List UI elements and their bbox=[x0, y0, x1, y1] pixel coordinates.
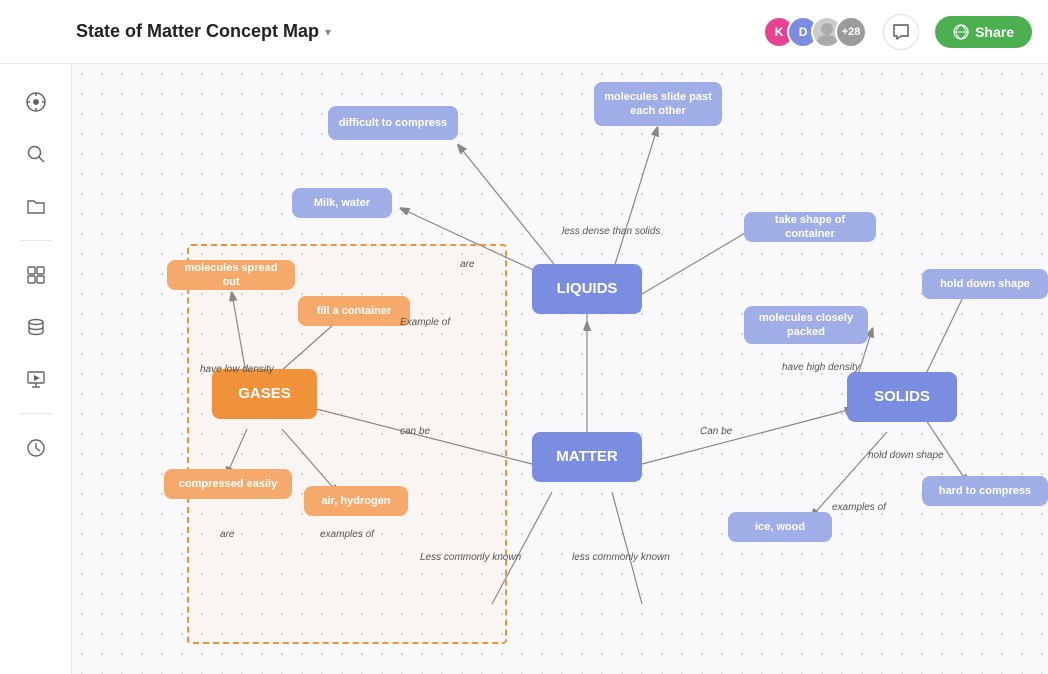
edge-label-can-be1: can be bbox=[400, 426, 430, 437]
sidebar-item-history[interactable] bbox=[14, 426, 58, 470]
canvas-inner: MATTER LIQUIDS SOLIDS GASES difficult to… bbox=[72, 64, 1048, 674]
doc-title-area[interactable]: State of Matter Concept Map ▾ bbox=[76, 21, 763, 42]
sidebar-item-layout[interactable] bbox=[14, 253, 58, 297]
edge-label-hold-down: hold down shape bbox=[868, 450, 944, 461]
chevron-down-icon[interactable]: ▾ bbox=[325, 25, 331, 39]
doc-title: State of Matter Concept Map bbox=[76, 21, 319, 42]
edge-label-are2: are bbox=[220, 529, 234, 540]
node-hold-down-shape1[interactable]: hold down shape bbox=[922, 269, 1048, 299]
edge-label-less-dense: less dense than solids bbox=[562, 226, 660, 237]
edge-label-less-common1: Less commonly known bbox=[420, 552, 521, 563]
node-molecules-slide[interactable]: molecules slide past each other bbox=[594, 82, 722, 126]
header: State of Matter Concept Map ▾ K D +28 Sh… bbox=[0, 0, 1048, 64]
node-take-shape[interactable]: take shape of container bbox=[744, 212, 876, 242]
node-milk-water[interactable]: Milk, water bbox=[292, 188, 392, 218]
logo bbox=[16, 10, 60, 54]
header-right: K D +28 Share bbox=[763, 14, 1032, 50]
edge-label-can-be2: Can be bbox=[700, 426, 732, 437]
node-fill-container[interactable]: fill a container bbox=[298, 296, 410, 326]
node-matter[interactable]: MATTER bbox=[532, 432, 642, 482]
edge-label-high-density: have high density bbox=[782, 362, 860, 373]
node-hard-compress[interactable]: hard to compress bbox=[922, 476, 1048, 506]
comment-button[interactable] bbox=[883, 14, 919, 50]
node-compressed-easily[interactable]: compressed easily bbox=[164, 469, 292, 499]
sidebar-divider-2 bbox=[20, 413, 52, 414]
sidebar bbox=[0, 64, 72, 674]
sidebar-item-navigate[interactable] bbox=[14, 80, 58, 124]
edge-label-examples-of1: examples of bbox=[320, 529, 374, 540]
node-molecules-closely[interactable]: molecules closely packed bbox=[744, 306, 868, 344]
canvas: MATTER LIQUIDS SOLIDS GASES difficult to… bbox=[72, 64, 1048, 674]
share-button[interactable]: Share bbox=[935, 16, 1032, 48]
sidebar-item-present[interactable] bbox=[14, 357, 58, 401]
node-gases[interactable]: GASES bbox=[212, 369, 317, 419]
node-difficult-compress[interactable]: difficult to compress bbox=[328, 106, 458, 140]
node-air-hydrogen[interactable]: air, hydrogen bbox=[304, 486, 408, 516]
edge-label-examples-of2: examples of bbox=[832, 502, 886, 513]
avatars: K D +28 bbox=[763, 16, 867, 48]
node-ice-wood[interactable]: ice, wood bbox=[728, 512, 832, 542]
sidebar-item-search[interactable] bbox=[14, 132, 58, 176]
node-molecules-spread[interactable]: molecules spread out bbox=[167, 260, 295, 290]
share-label: Share bbox=[975, 24, 1014, 40]
node-liquids[interactable]: LIQUIDS bbox=[532, 264, 642, 314]
sidebar-item-data[interactable] bbox=[14, 305, 58, 349]
edge-label-are1: are bbox=[460, 259, 474, 270]
sidebar-item-folder[interactable] bbox=[14, 184, 58, 228]
edge-label-less-common2: less commonly known bbox=[572, 552, 670, 563]
sidebar-divider bbox=[20, 240, 52, 241]
avatar-count: +28 bbox=[835, 16, 867, 48]
node-solids[interactable]: SOLIDS bbox=[847, 372, 957, 422]
